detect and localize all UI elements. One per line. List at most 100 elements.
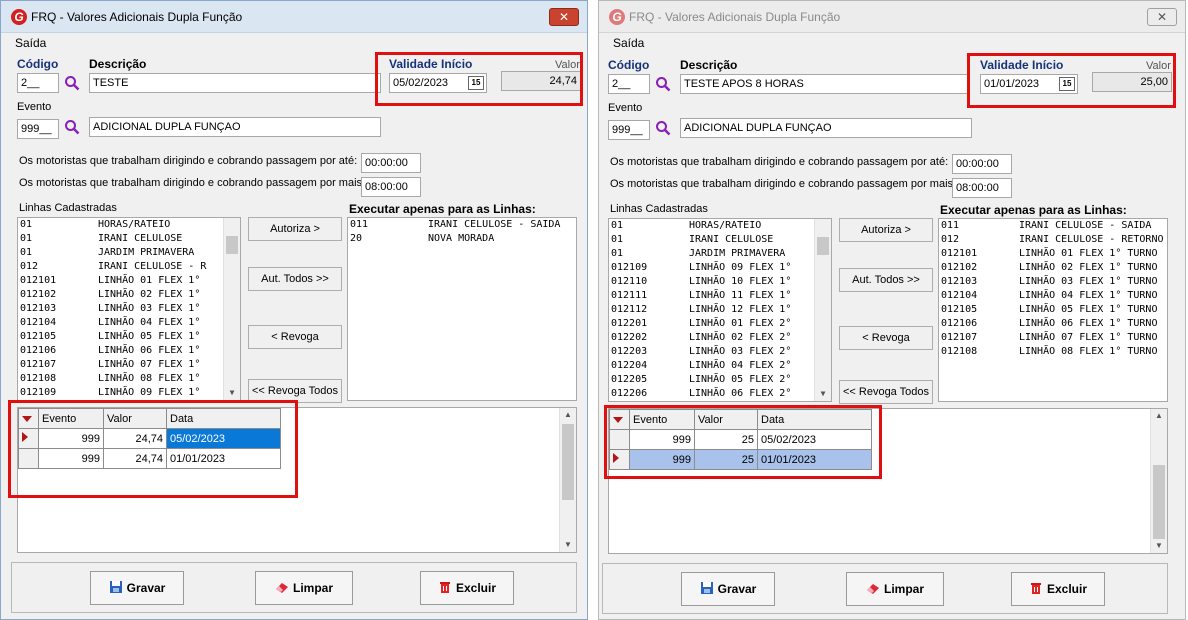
revoga-button[interactable]: < Revoga bbox=[839, 326, 933, 350]
revoga-todos-button[interactable]: << Revoga Todos bbox=[248, 379, 342, 403]
list-item[interactable]: 012107 LINHÃO 07 FLEX 1° bbox=[18, 358, 240, 372]
search-evento-icon[interactable] bbox=[655, 120, 671, 136]
autoriza-button[interactable]: Autoriza > bbox=[839, 218, 933, 242]
grid-header-evento[interactable]: Evento bbox=[38, 408, 104, 429]
list-item[interactable]: 012103 LINHÃO 03 FLEX 1° TURNO bbox=[939, 275, 1167, 289]
list-item[interactable]: 012206 LINHÃO 06 FLEX 2° bbox=[609, 387, 831, 401]
table-row[interactable]: 999 24,74 05/02/2023 bbox=[18, 428, 281, 449]
list-item[interactable]: 01 HORAS/RATEIO bbox=[18, 218, 240, 232]
calendar-icon[interactable]: 15 bbox=[1059, 77, 1075, 91]
list-item[interactable]: 20 NOVA MORADA bbox=[348, 232, 576, 246]
grid-scrollbar[interactable]: ▲ ▼ bbox=[1150, 409, 1167, 553]
list-item[interactable]: 01 HORAS/RATEIO bbox=[609, 219, 831, 233]
list-item[interactable]: 012201 LINHÃO 01 FLEX 2° bbox=[609, 317, 831, 331]
limpar-button[interactable]: Limpar bbox=[255, 571, 353, 605]
search-codigo-icon[interactable] bbox=[64, 75, 80, 91]
grid-scrollbar[interactable]: ▲ ▼ bbox=[559, 408, 576, 552]
list-item[interactable]: 012108 LINHÃO 08 FLEX 1° TURNO bbox=[939, 345, 1167, 359]
list-item[interactable]: 01 JARDIM PRIMAVERA bbox=[18, 246, 240, 260]
valores-grid[interactable]: Evento Valor Data 999 25 05/02/2023 999 … bbox=[609, 409, 872, 470]
list-item[interactable]: 012111 LINHÃO 11 FLEX 1° bbox=[609, 289, 831, 303]
grid-header-data[interactable]: Data bbox=[166, 408, 281, 429]
search-evento-icon[interactable] bbox=[64, 119, 80, 135]
codigo-field[interactable]: 2__ bbox=[608, 74, 650, 94]
autoriza-button[interactable]: Autoriza > bbox=[248, 217, 342, 241]
grid-menu-icon[interactable] bbox=[18, 408, 39, 429]
linhas-scrollbar[interactable]: ▼ bbox=[814, 219, 831, 401]
list-item[interactable]: 012105 LINHÃO 05 FLEX 1° bbox=[18, 330, 240, 344]
list-item[interactable]: 011 IRANI CELULOSE - SAIDA bbox=[939, 219, 1167, 233]
limpar-button[interactable]: Limpar bbox=[846, 572, 944, 606]
validade-field[interactable]: 01/01/2023 15 bbox=[980, 74, 1078, 94]
list-item[interactable]: 012101 LINHÃO 01 FLEX 1° TURNO bbox=[939, 247, 1167, 261]
list-item[interactable]: 012202 LINHÃO 02 FLEX 2° bbox=[609, 331, 831, 345]
calendar-icon[interactable]: 15 bbox=[468, 76, 484, 90]
revoga-todos-button[interactable]: << Revoga Todos bbox=[839, 380, 933, 404]
tempo-ate-field[interactable]: 00:00:00 bbox=[361, 153, 421, 173]
list-item[interactable]: 012110 LINHÃO 10 FLEX 1° bbox=[609, 275, 831, 289]
list-item[interactable]: 012102 LINHÃO 02 FLEX 1° TURNO bbox=[939, 261, 1167, 275]
list-item[interactable]: 012109 LINHÃO 09 FLEX 1° bbox=[18, 386, 240, 400]
grid-header-valor[interactable]: Valor bbox=[103, 408, 167, 429]
list-item[interactable]: 012102 LINHÃO 02 FLEX 1° bbox=[18, 288, 240, 302]
table-row[interactable]: 999 25 05/02/2023 bbox=[609, 429, 872, 450]
table-row[interactable]: 999 24,74 01/01/2023 bbox=[18, 448, 281, 469]
valores-grid[interactable]: Evento Valor Data 999 24,74 05/02/2023 9… bbox=[18, 408, 281, 469]
list-item[interactable]: 012106 LINHÃO 06 FLEX 1° bbox=[18, 344, 240, 358]
list-item[interactable]: 012205 LINHÃO 05 FLEX 2° bbox=[609, 373, 831, 387]
scroll-down-icon[interactable]: ▼ bbox=[224, 386, 240, 400]
grid-header-evento[interactable]: Evento bbox=[629, 409, 695, 430]
excluir-button[interactable]: Excluir bbox=[420, 571, 514, 605]
validade-field[interactable]: 05/02/2023 15 bbox=[389, 73, 487, 93]
executar-linhas-list[interactable]: 011 IRANI CELULOSE - SAIDA 012 IRANI CELULO… bbox=[938, 218, 1168, 402]
menu-saida[interactable]: Saída bbox=[15, 36, 46, 50]
grid-header-valor[interactable]: Valor bbox=[694, 409, 758, 430]
aut-todos-button[interactable]: Aut. Todos >> bbox=[248, 267, 342, 291]
list-item[interactable]: 012109 LINHÃO 09 FLEX 1° bbox=[609, 261, 831, 275]
list-item[interactable]: 01 IRANI CELULOSE bbox=[18, 232, 240, 246]
list-item[interactable]: 011 IRANI CELULOSE - SAIDA bbox=[348, 218, 576, 232]
evento-codigo-field[interactable]: 999__ bbox=[17, 119, 59, 139]
list-item[interactable]: 012108 LINHÃO 08 FLEX 1° bbox=[18, 372, 240, 386]
list-item[interactable]: 01 JARDIM PRIMAVERA bbox=[609, 247, 831, 261]
excluir-button[interactable]: Excluir bbox=[1011, 572, 1105, 606]
search-codigo-icon[interactable] bbox=[655, 76, 671, 92]
linhas-scrollbar[interactable]: ▼ bbox=[223, 218, 240, 400]
list-item[interactable]: 012104 LINHÃO 04 FLEX 1° bbox=[18, 316, 240, 330]
list-item[interactable]: 012101 LINHÃO 01 FLEX 1° bbox=[18, 274, 240, 288]
list-item[interactable]: 012106 LINHÃO 06 FLEX 1° TURNO bbox=[939, 317, 1167, 331]
tempo-mais-field[interactable]: 08:00:00 bbox=[361, 177, 421, 197]
list-item[interactable]: 012 IRANI CELULOSE - RETORNO bbox=[939, 233, 1167, 247]
list-item[interactable]: 012203 LINHÃO 03 FLEX 2° bbox=[609, 345, 831, 359]
list-item[interactable]: 012204 LINHÃO 04 FLEX 2° bbox=[609, 359, 831, 373]
close-button[interactable]: ✕ bbox=[1147, 8, 1177, 26]
scroll-down-icon[interactable]: ▼ bbox=[560, 538, 576, 552]
aut-todos-button[interactable]: Aut. Todos >> bbox=[839, 268, 933, 292]
evento-codigo-field[interactable]: 999__ bbox=[608, 120, 650, 140]
gravar-button[interactable]: Gravar bbox=[681, 572, 775, 606]
revoga-button[interactable]: < Revoga bbox=[248, 325, 342, 349]
list-item[interactable]: 012103 LINHÃO 03 FLEX 1° bbox=[18, 302, 240, 316]
descricao-field[interactable]: TESTE APOS 8 HORAS bbox=[680, 74, 970, 94]
list-item[interactable]: 012107 LINHÃO 07 FLEX 1° TURNO bbox=[939, 331, 1167, 345]
descricao-field[interactable]: TESTE bbox=[89, 73, 381, 93]
tempo-ate-field[interactable]: 00:00:00 bbox=[952, 154, 1012, 174]
list-item[interactable]: 012112 LINHÃO 12 FLEX 1° bbox=[609, 303, 831, 317]
codigo-field[interactable]: 2__ bbox=[17, 73, 59, 93]
list-item[interactable]: 01 IRANI CELULOSE bbox=[609, 233, 831, 247]
linhas-cadastradas-list[interactable]: 01 HORAS/RATEIO 01 IRANI CELULOSE 01 JARDIM P… bbox=[608, 218, 832, 402]
list-item[interactable]: 012105 LINHÃO 05 FLEX 1° TURNO bbox=[939, 303, 1167, 317]
close-button[interactable]: ✕ bbox=[549, 8, 579, 26]
scroll-down-icon[interactable]: ▼ bbox=[1151, 539, 1167, 553]
scroll-down-icon[interactable]: ▼ bbox=[815, 387, 831, 401]
executar-linhas-list[interactable]: 011 IRANI CELULOSE - SAIDA 20 NOVA MORADA bbox=[347, 217, 577, 401]
gravar-button[interactable]: Gravar bbox=[90, 571, 184, 605]
grid-menu-icon[interactable] bbox=[609, 409, 630, 430]
table-row[interactable]: 999 25 01/01/2023 bbox=[609, 449, 872, 470]
list-item[interactable]: 012104 LINHÃO 04 FLEX 1° TURNO bbox=[939, 289, 1167, 303]
list-item[interactable]: 012 IRANI CELULOSE - R bbox=[18, 260, 240, 274]
menu-saida[interactable]: Saída bbox=[613, 36, 644, 50]
grid-header-data[interactable]: Data bbox=[757, 409, 872, 430]
tempo-mais-field[interactable]: 08:00:00 bbox=[952, 178, 1012, 198]
scroll-up-icon[interactable]: ▲ bbox=[1151, 409, 1167, 423]
